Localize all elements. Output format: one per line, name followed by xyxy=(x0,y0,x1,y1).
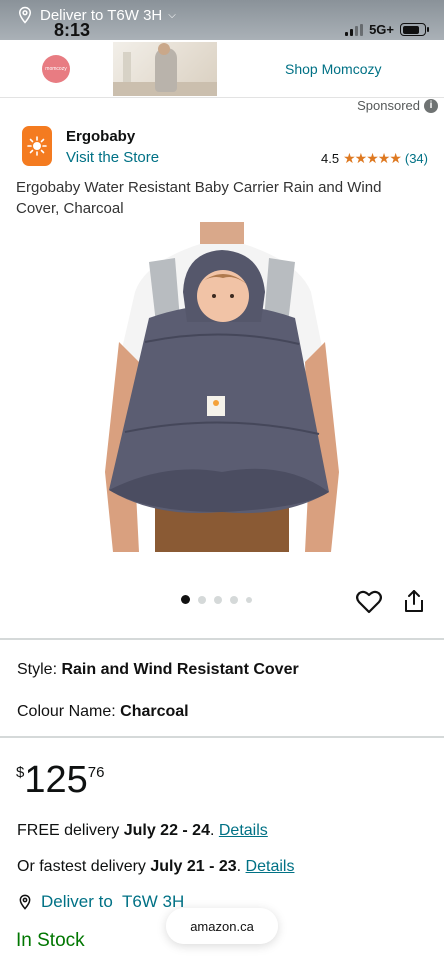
free-delivery-details-link[interactable]: Details xyxy=(219,822,268,839)
battery-icon xyxy=(400,23,429,36)
fast-delivery-prefix: Or fastest delivery xyxy=(17,858,151,875)
price-currency: $ xyxy=(16,764,25,781)
heart-icon[interactable] xyxy=(356,590,382,614)
chevron-down-icon: ⌵ xyxy=(168,9,176,21)
gallery-dot[interactable] xyxy=(214,595,222,604)
sponsored-label[interactable]: Sponsored i xyxy=(357,98,438,113)
location-pin-icon xyxy=(19,894,31,910)
gallery-dot[interactable] xyxy=(246,596,252,603)
ergobaby-sun-icon xyxy=(27,136,47,156)
free-delivery-prefix: FREE delivery xyxy=(17,822,124,839)
product-illustration xyxy=(105,222,339,552)
product-image[interactable] xyxy=(105,222,339,552)
deliver-to-header[interactable]: Deliver to T6W 3H ⌵ xyxy=(16,6,176,24)
colour-row[interactable]: Colour Name: Charcoal xyxy=(17,703,189,721)
status-bar: Deliver to T6W 3H ⌵ 8:13 5G+ xyxy=(0,0,444,40)
browser-url-pill[interactable]: amazon.ca xyxy=(166,908,278,944)
share-icon[interactable] xyxy=(403,589,425,613)
signal-icon xyxy=(345,23,364,36)
ad-banner[interactable]: momcozy Shop Momcozy xyxy=(0,40,444,98)
divider xyxy=(0,736,444,738)
gallery-dot[interactable] xyxy=(181,595,190,604)
fast-delivery-suffix: . xyxy=(236,858,246,875)
clock: 8:13 xyxy=(54,20,91,40)
colour-value: Charcoal xyxy=(120,703,189,720)
location-pin-icon xyxy=(18,6,32,24)
info-icon[interactable]: i xyxy=(424,98,438,113)
free-delivery-suffix: . xyxy=(209,822,219,839)
star-rating-icon: ★★★★★ xyxy=(343,150,402,166)
ad-brand-logo: momcozy xyxy=(42,55,70,83)
free-delivery-dates: July 22 - 24 xyxy=(123,822,210,839)
network-label: 5G+ xyxy=(369,22,394,37)
deliver-location-text: Deliver to T6W 3H xyxy=(41,892,185,911)
status-icons: 5G+ xyxy=(345,22,429,37)
divider xyxy=(0,638,444,640)
visit-store-link[interactable]: Visit the Store xyxy=(66,149,159,166)
gallery-dot[interactable] xyxy=(198,595,206,604)
ad-shop-link[interactable]: Shop Momcozy xyxy=(285,61,381,77)
price: $ 125 76 xyxy=(16,758,104,802)
rating-summary[interactable]: 4.5 ★★★★★ (34) xyxy=(321,150,428,167)
fast-delivery-details-link[interactable]: Details xyxy=(246,858,295,875)
product-title: Ergobaby Water Resistant Baby Carrier Ra… xyxy=(16,179,382,217)
rating-value: 4.5 xyxy=(321,151,340,166)
colour-label: Colour Name: xyxy=(17,703,116,720)
price-fraction: 76 xyxy=(87,764,105,781)
stock-status: In Stock xyxy=(16,930,85,951)
deliver-location-link[interactable]: Deliver to T6W 3H xyxy=(17,892,184,912)
gallery-dots[interactable] xyxy=(181,595,252,604)
review-count[interactable]: (34) xyxy=(405,151,428,166)
sponsored-text: Sponsored xyxy=(357,98,420,113)
brand-logo[interactable] xyxy=(22,126,52,166)
ad-image xyxy=(113,42,217,96)
style-label: Style: xyxy=(17,661,58,678)
fast-delivery-dates: July 21 - 23 xyxy=(150,858,237,875)
price-whole: 125 xyxy=(24,759,88,801)
style-value: Rain and Wind Resistant Cover xyxy=(61,661,299,678)
style-row[interactable]: Style: Rain and Wind Resistant Cover xyxy=(17,661,299,679)
brand-name: Ergobaby xyxy=(66,128,136,145)
gallery-dot[interactable] xyxy=(230,595,238,604)
fastest-delivery: Or fastest delivery July 21 - 23. Detail… xyxy=(17,858,294,876)
free-delivery: FREE delivery July 22 - 24. Details xyxy=(17,822,268,840)
